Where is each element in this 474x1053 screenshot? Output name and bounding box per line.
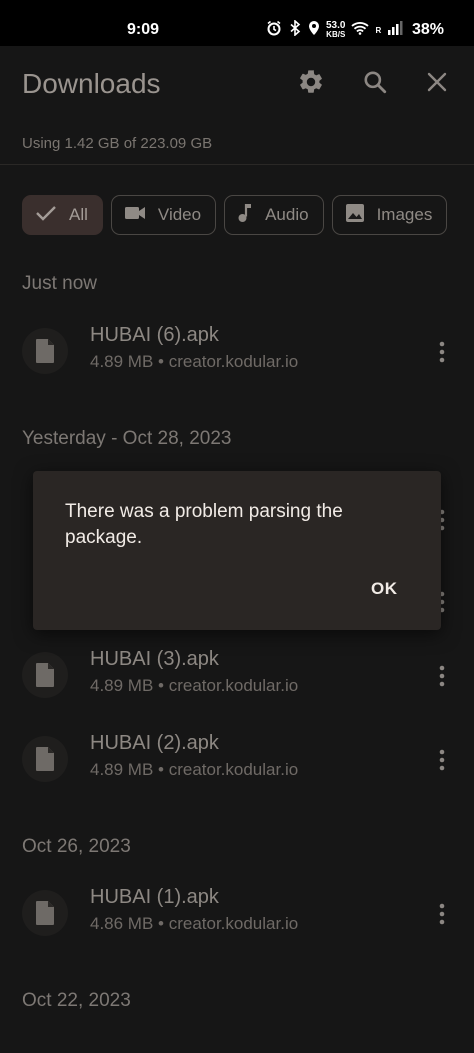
file-icon	[22, 736, 68, 782]
wifi-icon	[351, 21, 370, 40]
storage-usage: Using 1.42 GB of 223.09 GB	[22, 135, 213, 152]
location-icon	[308, 20, 320, 41]
download-item[interactable]: HUBAI (1).apk 4.86 MB • creator.kodular.…	[0, 882, 474, 952]
search-icon	[362, 69, 388, 100]
file-icon	[22, 652, 68, 698]
more-options-button[interactable]	[430, 338, 454, 366]
more-vert-icon	[439, 749, 445, 771]
more-vert-icon	[439, 341, 445, 363]
file-name: HUBAI (1).apk	[90, 886, 219, 908]
close-button[interactable]	[421, 68, 453, 100]
section-header: Oct 22, 2023	[22, 990, 131, 1011]
file-name: HUBAI (2).apk	[90, 732, 219, 754]
network-speed: 53.0 KB/S	[326, 21, 345, 39]
downloads-screen: 9:09 53.0 KB/S R 38% Downloads Using 1.4…	[0, 0, 474, 1053]
more-options-button[interactable]	[430, 662, 454, 690]
gear-icon	[297, 68, 325, 101]
more-vert-icon	[439, 665, 445, 687]
alarm-icon	[266, 20, 282, 41]
filter-chip-video[interactable]: Video	[110, 195, 217, 235]
error-dialog: There was a problem parsing the package.…	[33, 471, 441, 630]
file-meta: 4.89 MB • creator.kodular.io	[90, 760, 299, 779]
more-vert-icon	[439, 903, 445, 925]
download-item[interactable]: HUBAI (6).apk 4.89 MB • creator.kodular.…	[0, 320, 474, 390]
status-icons: 53.0 KB/S R	[266, 18, 403, 41]
page-title: Downloads	[22, 68, 161, 99]
battery-level: 38%	[412, 21, 445, 38]
filter-chips: All Video Audio Images	[22, 195, 448, 235]
filter-chip-label: Video	[157, 205, 202, 224]
video-icon	[124, 205, 146, 226]
filter-chip-label: Images	[376, 205, 433, 224]
download-item[interactable]: HUBAI (3).apk 4.89 MB • creator.kodular.…	[0, 644, 474, 714]
more-options-button[interactable]	[430, 746, 454, 774]
close-icon	[426, 71, 448, 98]
signal-icon	[387, 20, 403, 40]
filter-chip-all[interactable]: All	[22, 195, 103, 235]
file-name: HUBAI (6).apk	[90, 324, 219, 346]
filter-chip-label: All	[69, 205, 88, 224]
file-icon	[22, 890, 68, 936]
filter-chip-audio[interactable]: Audio	[224, 195, 324, 235]
filter-chip-images[interactable]: Images	[331, 195, 448, 235]
network-speed-unit: KB/S	[326, 30, 346, 39]
more-options-button[interactable]	[430, 900, 454, 928]
dialog-message: There was a problem parsing the package.	[65, 501, 343, 548]
file-meta: 4.86 MB • creator.kodular.io	[90, 914, 299, 933]
download-item[interactable]: HUBAI (2).apk 4.89 MB • creator.kodular.…	[0, 728, 474, 798]
filter-chip-label: Audio	[265, 205, 309, 224]
image-icon	[345, 203, 365, 228]
search-button[interactable]	[359, 68, 391, 100]
file-name: HUBAI (3).apk	[90, 648, 219, 670]
ok-button[interactable]: OK	[365, 577, 404, 601]
status-bar: 9:09 53.0 KB/S R 38%	[0, 0, 474, 46]
section-header: Just now	[22, 273, 97, 294]
bluetooth-icon	[288, 18, 302, 41]
file-meta: 4.89 MB • creator.kodular.io	[90, 676, 299, 695]
status-time: 9:09	[127, 21, 160, 38]
roaming-indicator: R	[375, 25, 382, 35]
section-header: Yesterday - Oct 28, 2023	[22, 428, 232, 449]
settings-button[interactable]	[295, 68, 327, 100]
header-divider	[0, 164, 474, 165]
section-header: Oct 26, 2023	[22, 836, 131, 857]
file-meta: 4.89 MB • creator.kodular.io	[90, 352, 299, 371]
check-icon	[35, 204, 57, 227]
music-note-icon	[237, 202, 253, 229]
file-icon	[22, 328, 68, 374]
